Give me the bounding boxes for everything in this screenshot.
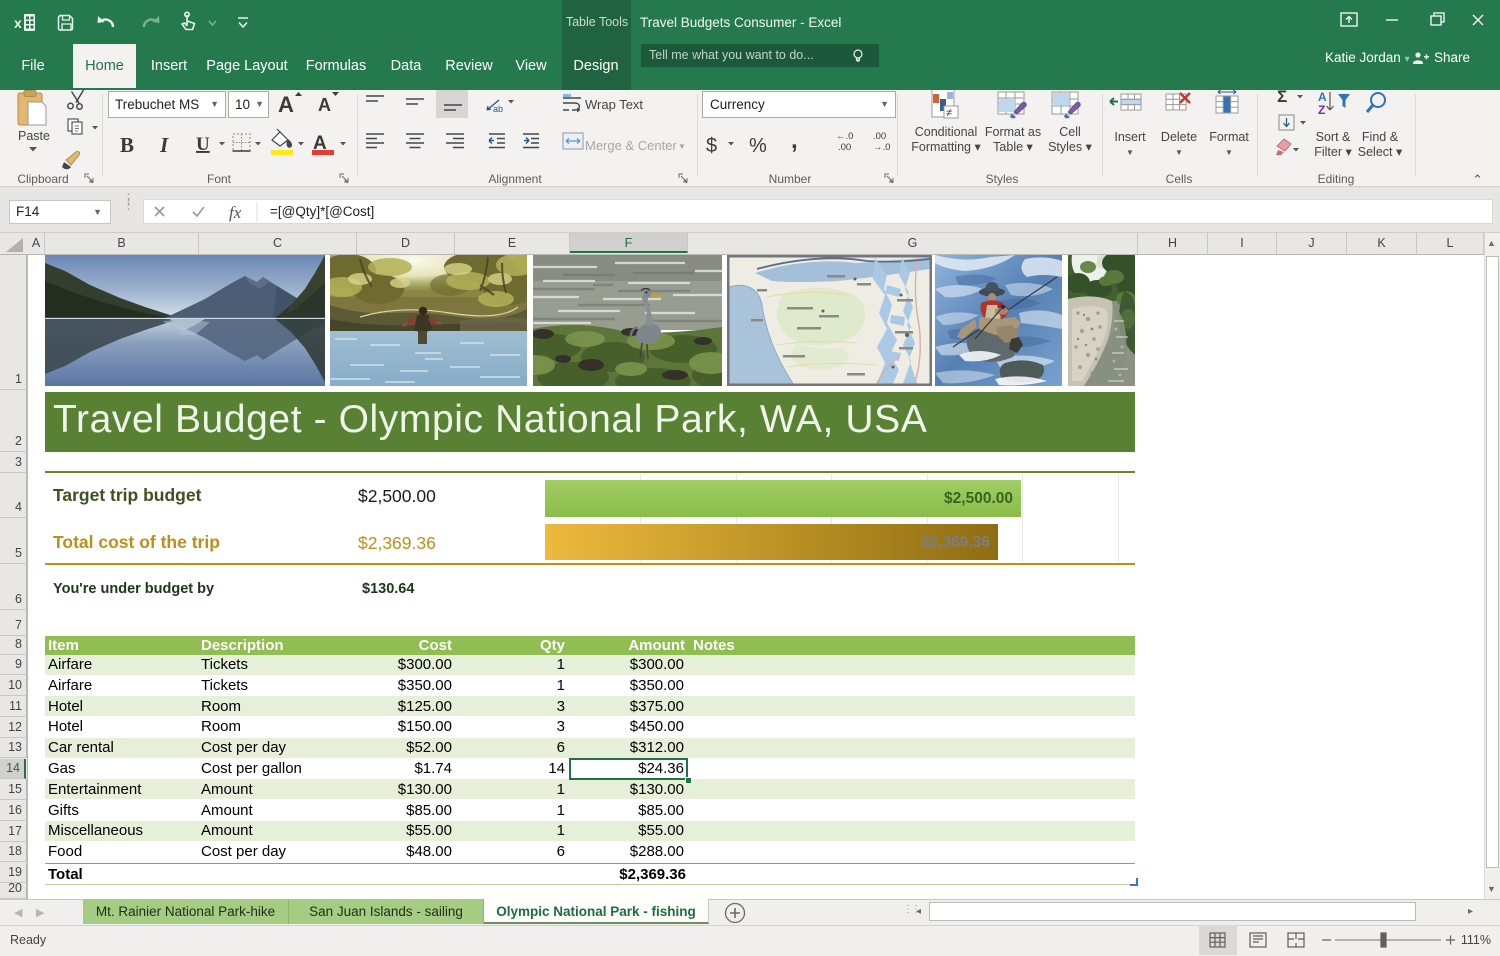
svg-text:x: x (14, 15, 22, 31)
svg-text:Σ: Σ (1277, 90, 1287, 106)
svg-text:.00: .00 (838, 142, 851, 153)
svg-text:Z: Z (1318, 103, 1325, 117)
svg-text:B: B (120, 133, 134, 157)
svg-text:ab: ab (493, 104, 503, 114)
svg-text:fx: fx (229, 203, 242, 222)
svg-text:←.0: ←.0 (836, 131, 853, 142)
svg-text:%: % (749, 135, 767, 157)
svg-text:A: A (1318, 90, 1327, 104)
svg-text:A: A (278, 92, 294, 117)
svg-text:≠: ≠ (946, 107, 952, 119)
svg-text:,: , (791, 127, 798, 154)
svg-text:I: I (159, 133, 169, 157)
svg-text:.00: .00 (873, 131, 886, 142)
svg-text:$: $ (706, 135, 717, 157)
svg-text:U: U (196, 134, 210, 155)
svg-text:→.0: →.0 (873, 142, 890, 153)
svg-text:A: A (318, 95, 331, 115)
